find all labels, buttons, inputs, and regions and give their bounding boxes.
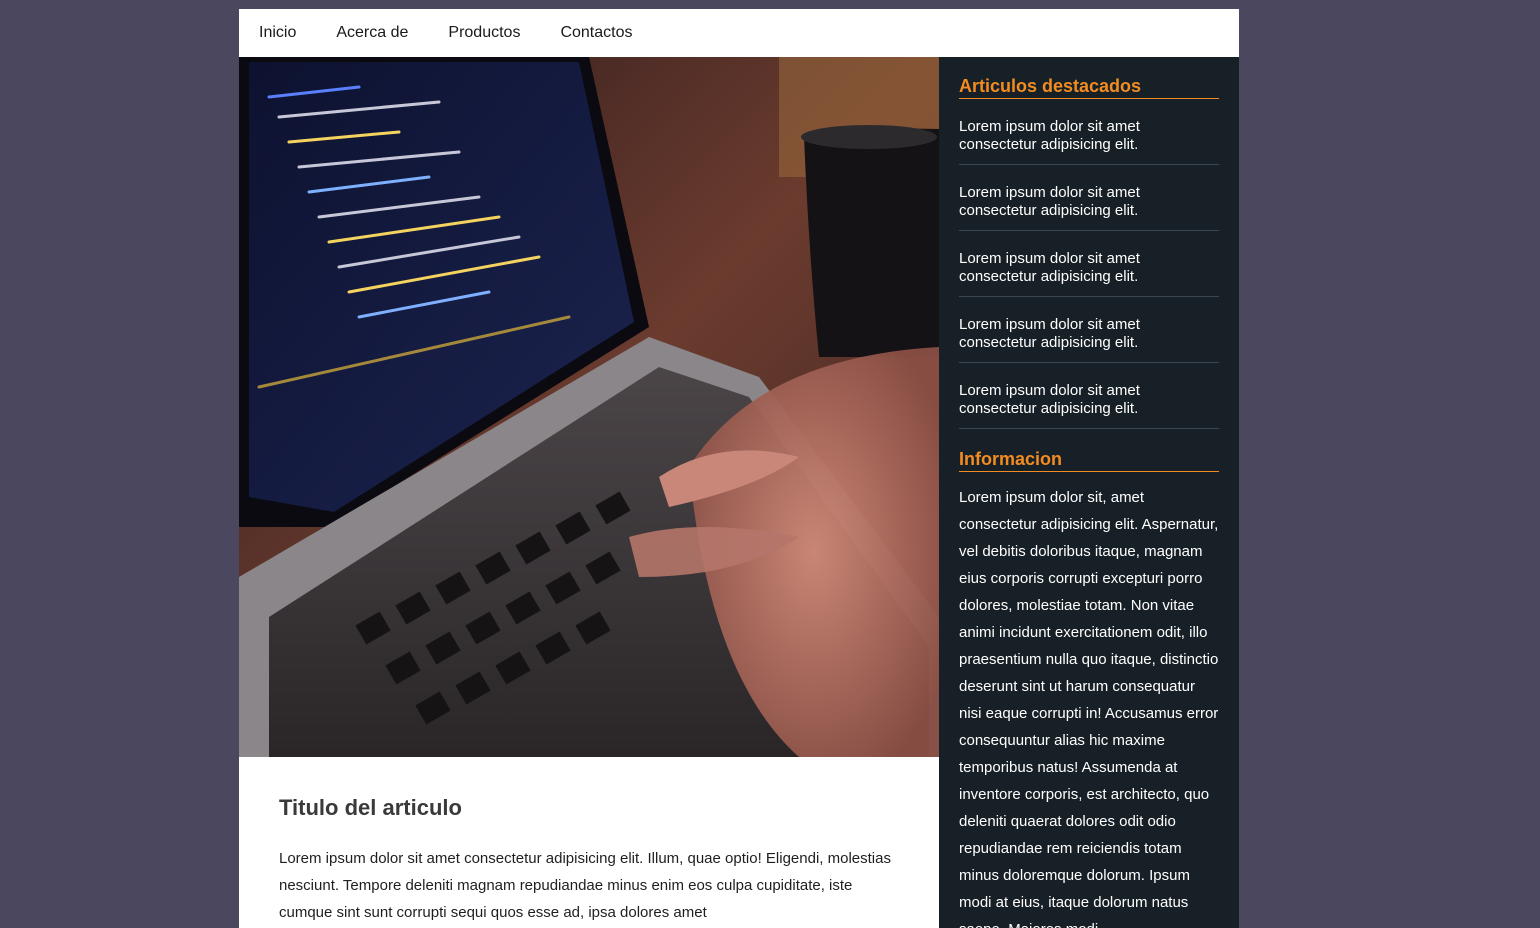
main-column: Titulo del articulo Lorem ipsum dolor si… — [239, 57, 939, 928]
sidebar: Articulos destacados Lorem ipsum dolor s… — [939, 57, 1239, 928]
nav-item-productos[interactable]: Productos — [448, 9, 520, 57]
article-title: Titulo del articulo — [279, 795, 462, 820]
main-nav: Inicio Acerca de Productos Contactos — [239, 9, 1239, 57]
featured-item[interactable]: Lorem ipsum dolor sit amet consectetur a… — [959, 165, 1219, 231]
page-container: Inicio Acerca de Productos Contactos Tit… — [239, 9, 1239, 928]
featured-item[interactable]: Lorem ipsum dolor sit amet consectetur a… — [959, 363, 1219, 429]
info-title: Informacion — [959, 449, 1219, 472]
featured-list: Lorem ipsum dolor sit amet consectetur a… — [959, 99, 1219, 429]
nav-item-acerca-de[interactable]: Acerca de — [336, 9, 408, 57]
article-body: Lorem ipsum dolor sit amet consectetur a… — [279, 850, 891, 921]
article: Titulo del articulo Lorem ipsum dolor si… — [239, 757, 939, 926]
featured-item[interactable]: Lorem ipsum dolor sit amet consectetur a… — [959, 297, 1219, 363]
laptop-coding-photo-icon — [239, 57, 939, 757]
content-area: Titulo del articulo Lorem ipsum dolor si… — [239, 57, 1239, 928]
featured-title: Articulos destacados — [959, 76, 1219, 99]
info-text: Lorem ipsum dolor sit, amet consectetur … — [959, 489, 1219, 928]
featured-item[interactable]: Lorem ipsum dolor sit amet consectetur a… — [959, 99, 1219, 165]
nav-item-inicio[interactable]: Inicio — [259, 9, 296, 57]
featured-item[interactable]: Lorem ipsum dolor sit amet consectetur a… — [959, 231, 1219, 297]
hero-image — [239, 57, 939, 757]
nav-item-contactos[interactable]: Contactos — [560, 9, 632, 57]
